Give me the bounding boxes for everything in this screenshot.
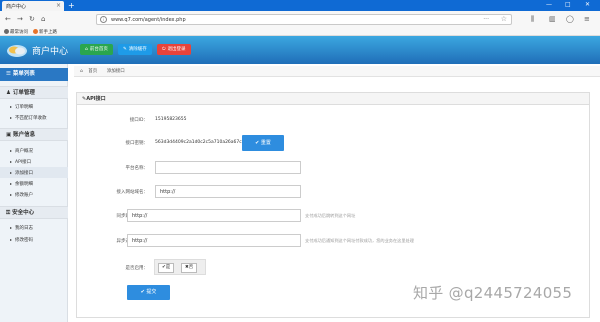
sidebar-toggle-icon[interactable]: ▥ [549,15,556,23]
home-icon[interactable]: ⌂ [41,15,45,23]
enabled-toggle-group: ✔是 ✖否 [154,259,206,275]
logout-button[interactable]: ⏻ 退出登录 [157,44,191,55]
window-close-icon[interactable]: ✕ [585,1,590,9]
enabled-yes-option[interactable]: ✔是 [158,263,175,273]
url-text[interactable]: www.q7.com/agent/index.php [111,17,186,23]
bookmark-getting-started[interactable]: 新手上路 [33,29,57,35]
back-arrow-icon[interactable]: ← [5,15,11,23]
bookmarks-bar: 最常访问 新手上路 [0,28,600,36]
sidebar-group-account[interactable]: ▣ 账户信息 [0,128,68,141]
interface-id-value: 15195823655 [155,117,187,122]
bookmark-star-icon[interactable]: ☆ [501,15,507,23]
menu-icon[interactable]: ≡ [584,15,590,23]
bookmark-most-visited[interactable]: 最常访问 [4,29,28,35]
gear-icon [4,29,9,34]
new-tab-icon[interactable]: + [68,1,75,10]
home-icon: ⌂ [80,69,85,74]
handshake-logo-icon [7,45,27,57]
clear-cache-button[interactable]: ✎ 清除缓存 [118,44,152,55]
sidebar-item-edit-account[interactable]: ▸ 修改账户 [0,189,68,200]
home-icon: ⌂ [85,47,88,52]
window-maximize-icon[interactable]: □ [565,1,571,9]
frontend-home-button[interactable]: ⌂ 前台首页 [80,44,113,55]
sidebar-item-api[interactable]: ▸ API接口 [0,156,68,167]
domain-label: 接入网站域名： [116,190,149,195]
sidebar-item-add-interface[interactable]: ▸ 添加接口 [0,167,68,178]
sidebar: ☰ 菜单列表 ♟ 订单管理 ▸ 订单明细 ▸ 不匹配订单收款 ▣ 账户信息 ▸ 商户概… [0,64,68,322]
breadcrumb-current: 添加接口 [106,69,125,74]
account-icon[interactable]: ◯ [566,15,574,23]
library-icon[interactable]: ⫼ [531,15,534,23]
user-icon: ♟ [6,90,13,96]
app-header: 商户中心 ⌂ 前台首页 ✎ 清除缓存 ⏻ 退出登录 [0,36,600,64]
forward-arrow-icon[interactable]: → [17,15,23,23]
platform-name-input[interactable] [155,161,301,174]
enabled-label: 是否启用： [125,266,149,271]
brand-title: 商户中心 [32,47,69,57]
breadcrumb: ⌂ 首页 添加接口 [74,66,600,77]
enabled-no-option[interactable]: ✖否 [181,263,198,273]
browser-tab[interactable]: 商户中心 × [2,1,64,11]
firefox-icon [33,29,38,34]
sidebar-item-unmatched-orders[interactable]: ▸ 不匹配订单收款 [0,112,68,123]
sidebar-item-merchant-overview[interactable]: ▸ 商户概况 [0,145,68,156]
site-info-icon[interactable]: i [100,16,107,23]
sidebar-item-my-log[interactable]: ▸ 我的日志 [0,222,68,233]
async-url-hint: 支付成功后通知到这个网址付款成功，您的业务在这里处理 [305,238,414,243]
sidebar-menu-title: ☰ 菜单列表 [0,68,68,81]
sidebar-group-security[interactable]: ⚿ 安全中心 [0,206,68,219]
sidebar-item-balance[interactable]: ▸ 余额明细 [0,178,68,189]
address-bar[interactable]: i www.q7.com/agent/index.php ··· ☆ [96,14,512,25]
sidebar-item-change-password[interactable]: ▸ 修改密码 [0,234,68,245]
sidebar-item-order-details[interactable]: ▸ 订单明细 [0,101,68,112]
reset-key-button[interactable]: ✔ 重置 [242,135,284,151]
breadcrumb-home[interactable]: ⌂ 首页 [80,69,101,74]
window-minimize-icon[interactable]: — [546,1,552,9]
sync-url-input[interactable] [127,209,301,222]
secret-key-label: 接口密钥： [125,141,149,146]
zhihu-watermark: 知乎 @q2445724055 [413,284,573,302]
tab-close-icon[interactable]: × [56,2,61,9]
power-icon: ⏻ [162,47,166,52]
reload-icon[interactable]: ↻ [29,15,35,23]
platform-name-label: 平台名称： [125,166,149,171]
wrench-icon: ✎ [123,47,127,52]
tab-title: 商户中心 [6,4,27,10]
interface-id-label: 接口ID： [129,118,148,123]
async-url-input[interactable] [127,234,301,247]
menu-list-icon: ☰ [6,71,13,77]
page-actions-icon[interactable]: ··· [483,16,489,23]
panel-title: ✎API接口 [77,93,589,105]
sync-url-hint: 支付成功后跳转到这个网址 [305,213,356,218]
domain-input[interactable] [155,185,301,198]
secret-key-value: 563d3d4409c2a1d0c2c5a710a26a67c1 [155,140,245,145]
browser-nav-bar: ← → ↻ ⌂ i www.q7.com/agent/index.php ···… [0,11,600,28]
submit-button[interactable]: ✔ 提交 [127,285,170,300]
sidebar-group-orders[interactable]: ♟ 订单管理 [0,86,68,99]
browser-tab-bar: 商户中心 × + — □ ✕ [0,0,600,11]
